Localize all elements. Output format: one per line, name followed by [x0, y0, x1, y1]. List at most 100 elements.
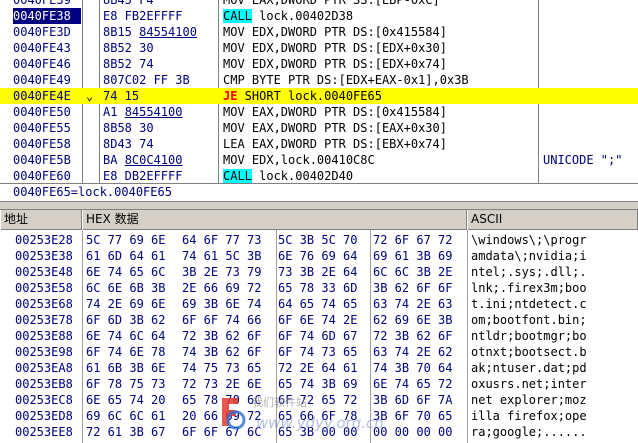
disasm-row[interactable]: 0040FE46 8B52 74 MOV EDX,DWORD PTR DS:[EDX… [0, 56, 638, 72]
ascii-text[interactable]: om;bootfont.bin; [471, 312, 587, 328]
hex-bytes-group[interactable]: 6E 74 65 72 [373, 376, 452, 392]
hex-bytes-group[interactable]: 64 65 74 65 [278, 296, 357, 312]
hex-bytes-group[interactable]: 6F 6E 74 2E [278, 312, 357, 328]
disasm-row[interactable]: 0040FE4E ⌄ 74 15 JE SHORT lock.0040FE65 [0, 88, 638, 104]
hex-bytes-group[interactable]: 65 74 3B 69 [278, 376, 357, 392]
ascii-text[interactable]: amdata\;nvidia;i [471, 248, 587, 264]
dump-row[interactable]: 00253E48 6E 74 65 6C 3B 2E 73 79 73 3B 2E 6… [0, 264, 638, 280]
ascii-text[interactable]: ra;google;...... [471, 424, 587, 440]
hex-bytes-group[interactable]: 72 73 2E 6E [182, 376, 261, 392]
hex-bytes-group[interactable]: 6E 74 65 6C [86, 264, 165, 280]
hex-bytes-group[interactable]: 6F 6D 3B 62 [86, 312, 165, 328]
hex-bytes-group[interactable]: 6C 6E 6B 3B [86, 280, 165, 296]
hex-bytes-group[interactable]: 69 3B 6E 74 [182, 296, 261, 312]
instruction-bytes: E8 FB2EFFFF [103, 9, 183, 23]
dump-row[interactable]: 00253E88 6E 74 6C 64 72 3B 62 6F 6F 74 6D 6… [0, 328, 638, 344]
hex-bytes-group[interactable]: 72 3B 62 6F [373, 328, 452, 344]
disasm-row[interactable]: 0040FE5B BA 8C0C4100 MOV EDX,lock.00410C8C… [0, 152, 638, 168]
dump-row[interactable]: 00253ED8 69 6C 6C 61 20 66 69 72 65 66 6F 7… [0, 408, 638, 424]
hex-bytes-group[interactable]: 64 6F 77 73 [182, 232, 261, 248]
hex-bytes-group[interactable]: 6F 74 6D 67 [278, 328, 357, 344]
disasm-row[interactable]: 0040FE49 807C02 FF 3B CMP BYTE PTR DS:[EDX… [0, 72, 638, 88]
hex-bytes-group[interactable]: 74 2E 69 6E [86, 296, 165, 312]
hex-bytes-group[interactable]: 3B 62 6F 6F [373, 280, 452, 296]
hex-bytes-group[interactable]: 20 66 69 72 [182, 408, 261, 424]
hex-bytes-group[interactable]: 72 3B 62 6F [182, 328, 261, 344]
dump-row[interactable]: 00253EC8 6E 65 74 20 65 78 70 6C 6F 72 65 7… [0, 392, 638, 408]
hex-bytes-group[interactable]: 6F 78 75 73 [86, 376, 165, 392]
ascii-text[interactable]: t.ini;ntdetect.c [471, 296, 587, 312]
hex-bytes-group[interactable]: 72 61 3B 67 [86, 424, 165, 440]
hex-bytes-group[interactable]: 61 6D 64 61 [86, 248, 165, 264]
dump-row[interactable]: 00253EE8 72 61 3B 67 6F 6F 67 6C 65 3B 00 0… [0, 424, 638, 440]
dump-row[interactable]: 00253E28 5C 77 69 6E 64 6F 77 73 5C 3B 5C 7… [0, 232, 638, 248]
hex-bytes-group[interactable]: 74 61 5C 3B [182, 248, 261, 264]
hex-bytes-group[interactable]: 65 78 70 6C [182, 392, 261, 408]
hex-bytes-group[interactable]: 74 3B 70 64 [373, 360, 452, 376]
hex-bytes-group[interactable]: 65 3B 00 00 [278, 424, 357, 440]
dump-row[interactable]: 00253E68 74 2E 69 6E 69 3B 6E 74 64 65 74 6… [0, 296, 638, 312]
ascii-text[interactable]: otnxt;bootsect.b [471, 344, 587, 360]
hex-bytes-group[interactable]: 00 00 00 00 [373, 424, 452, 440]
column-header-ascii[interactable]: ASCII [467, 210, 638, 230]
hex-bytes-group[interactable]: 62 69 6E 3B [373, 312, 452, 328]
ascii-text[interactable]: ntldr;bootmgr;bo [471, 328, 587, 344]
column-header-address[interactable]: 地址 [0, 210, 82, 230]
operands: MOV EDX,DWORD PTR DS:[0x415584] [223, 25, 447, 39]
hex-bytes-group[interactable]: 74 3B 62 6F [182, 344, 261, 360]
dump-row[interactable]: 00253EA8 61 6B 3B 6E 74 75 73 65 72 2E 64 6… [0, 360, 638, 376]
dump-row[interactable]: 00253E98 6F 74 6E 78 74 3B 62 6F 6F 74 73 6… [0, 344, 638, 360]
hex-bytes-group[interactable]: 3B 6F 70 65 [373, 408, 452, 424]
ascii-text[interactable]: lnk;.firex3m;boo [471, 280, 587, 296]
hex-bytes-group[interactable]: 6C 6C 3B 2E [373, 264, 452, 280]
disasm-row[interactable]: 0040FE50 A1 84554100 MOV EAX,DWORD PTR DS:… [0, 104, 638, 120]
hex-bytes-group[interactable]: 6F 72 65 72 [278, 392, 357, 408]
pane-splitter[interactable] [0, 202, 638, 210]
hex-bytes-group[interactable]: 5C 77 69 6E [86, 232, 165, 248]
hex-bytes-group[interactable]: 5C 3B 5C 70 [278, 232, 357, 248]
hex-bytes-group[interactable]: 74 75 73 65 [182, 360, 261, 376]
hex-bytes-group[interactable]: 6F 6F 67 6C [182, 424, 261, 440]
hex-bytes-group[interactable]: 6F 74 6E 78 [86, 344, 165, 360]
disasm-row[interactable]: 0040FE38 E8 FB2EFFFF CALL lock.00402D38 [0, 8, 638, 24]
dump-row[interactable]: 00253EB8 6F 78 75 73 72 73 2E 6E 65 74 3B 6… [0, 376, 638, 392]
dump-row[interactable]: 00253E58 6C 6E 6B 3B 2E 66 69 72 65 78 33 6… [0, 280, 638, 296]
hex-bytes-group[interactable]: 72 2E 64 61 [278, 360, 357, 376]
hex-bytes-group[interactable]: 69 6C 6C 61 [86, 408, 165, 424]
disasm-row[interactable]: 0040FE43 8B52 30 MOV EDX,DWORD PTR DS:[EDX… [0, 40, 638, 56]
hex-bytes-group[interactable]: 61 6B 3B 6E [86, 360, 165, 376]
hex-bytes-group[interactable]: 65 66 6F 78 [278, 408, 357, 424]
hex-bytes-group[interactable]: 2E 66 69 72 [182, 280, 261, 296]
disasm-row[interactable]: 0040FE60 E8 DB2EFFFF CALL lock.00402D40 [0, 168, 638, 183]
ascii-text[interactable]: \windows\;\progr [471, 232, 587, 248]
hex-bytes-group[interactable]: 6F 6F 74 66 [182, 312, 261, 328]
hex-bytes-group[interactable]: 6E 65 74 20 [86, 392, 165, 408]
hex-bytes-group[interactable]: 6F 74 73 65 [278, 344, 357, 360]
hex-bytes-group[interactable]: 69 61 3B 69 [373, 248, 452, 264]
hex-bytes-group[interactable]: 63 74 2E 63 [373, 296, 452, 312]
hex-bytes-group[interactable]: 6E 76 69 64 [278, 248, 357, 264]
column-header-hex[interactable]: HEX 数据 [82, 210, 467, 230]
hex-bytes-group[interactable]: 72 6F 67 72 [373, 232, 452, 248]
ascii-text[interactable]: ak;ntuser.dat;pd [471, 360, 587, 376]
hex-bytes-group[interactable]: 3B 6D 6F 7A [373, 392, 452, 408]
hex-bytes-group[interactable]: 63 74 2E 62 [373, 344, 452, 360]
disasm-row[interactable]: 0040FE58 8D43 74 LEA EAX,DWORD PTR DS:[EBX… [0, 136, 638, 152]
hex-bytes-group[interactable]: 6E 74 6C 64 [86, 328, 165, 344]
ascii-text[interactable]: net explorer;moz [471, 392, 587, 408]
hex-bytes-group[interactable]: 73 3B 2E 64 [278, 264, 357, 280]
ascii-text[interactable]: illa firefox;ope [471, 408, 587, 424]
ascii-text[interactable]: ntel;.sys;.dll;. [471, 264, 587, 280]
disasm-row[interactable]: 0040FE55 8B58 30 MOV EAX,DWORD PTR DS:[EAX… [0, 120, 638, 136]
hex-dump-pane[interactable]: 00253E28 5C 77 69 6E 64 6F 77 73 5C 3B 5C 7… [0, 230, 638, 443]
disassembly-pane[interactable]: 0040FE39 8B45 F4 MOV EAX,DWORD PTR SS:[EBP… [0, 0, 638, 183]
dump-row[interactable]: 00253E78 6F 6D 3B 62 6F 6F 74 66 6F 6E 74 2… [0, 312, 638, 328]
dump-address: 00253ED8 [15, 409, 73, 423]
dump-address: 00253EB8 [15, 377, 73, 391]
disasm-row[interactable]: 0040FE3D 8B15 84554100 MOV EDX,DWORD PTR D… [0, 24, 638, 40]
dump-row[interactable]: 00253E38 61 6D 64 61 74 61 5C 3B 6E 76 69 6… [0, 248, 638, 264]
disasm-row[interactable]: 0040FE39 8B45 F4 MOV EAX,DWORD PTR SS:[EBP… [0, 0, 638, 8]
hex-bytes-group[interactable]: 3B 2E 73 79 [182, 264, 261, 280]
hex-bytes-group[interactable]: 65 78 33 6D [278, 280, 357, 296]
ascii-text[interactable]: oxusrs.net;inter [471, 376, 587, 392]
